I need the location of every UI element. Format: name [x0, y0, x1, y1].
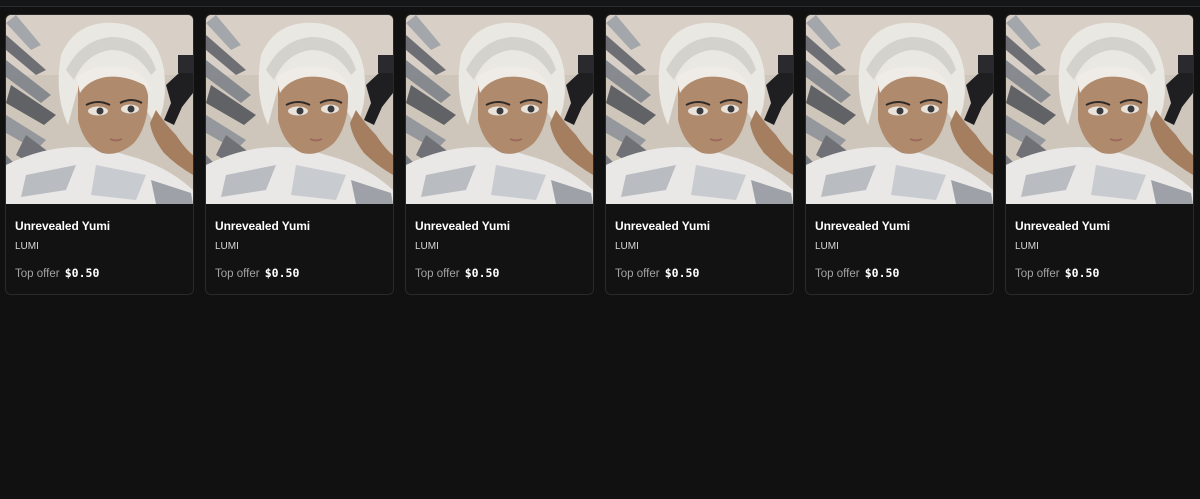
nft-artwork-image: [6, 15, 193, 204]
collection-name[interactable]: LUMI: [415, 240, 593, 253]
nft-name: Unrevealed Yumi: [615, 219, 710, 233]
nft-name: Unrevealed Yumi: [815, 219, 910, 233]
nft-card[interactable]: Unrevealed Yumi LUMI Top offer $0.50: [805, 14, 994, 295]
nft-artwork-image: [1006, 15, 1193, 204]
top-offer: Top offer $0.50: [415, 266, 593, 282]
top-offer-price: $0.50: [1064, 266, 1100, 280]
top-offer: Top offer $0.50: [215, 266, 393, 282]
nft-card[interactable]: Unrevealed Yumi LUMI Top offer $0.50: [205, 14, 394, 295]
top-offer-price: $0.50: [864, 266, 900, 280]
collection-name[interactable]: LUMI: [215, 240, 393, 253]
nft-artwork-image: [406, 15, 593, 204]
top-offer: Top offer $0.50: [15, 266, 193, 282]
empty-content-area: [0, 300, 1200, 499]
nft-card[interactable]: Unrevealed Yumi LUMI Top offer $0.50: [605, 14, 794, 295]
top-toolbar-strip: [0, 0, 1200, 7]
nft-artwork-image: [806, 15, 993, 204]
top-offer: Top offer $0.50: [1015, 266, 1193, 282]
nft-card[interactable]: Unrevealed Yumi LUMI Top offer $0.50: [405, 14, 594, 295]
top-offer-price: $0.50: [64, 266, 100, 280]
nft-artwork-image: [206, 15, 393, 204]
nft-card[interactable]: Unrevealed Yumi LUMI Top offer $0.50: [5, 14, 194, 295]
nft-name: Unrevealed Yumi: [415, 219, 510, 233]
top-offer-price: $0.50: [664, 266, 700, 280]
nft-card[interactable]: Unrevealed Yumi LUMI Top offer $0.50: [1005, 14, 1194, 295]
nft-name: Unrevealed Yumi: [15, 219, 110, 233]
top-offer: Top offer $0.50: [615, 266, 793, 282]
nft-name: Unrevealed Yumi: [215, 219, 310, 233]
collection-name[interactable]: LUMI: [1015, 240, 1193, 253]
collection-name[interactable]: LUMI: [15, 240, 193, 253]
top-offer: Top offer $0.50: [815, 266, 993, 282]
top-offer-label: Top offer: [215, 268, 260, 280]
collection-name[interactable]: LUMI: [615, 240, 793, 253]
top-offer-label: Top offer: [415, 268, 460, 280]
top-offer-label: Top offer: [815, 268, 860, 280]
nft-card-grid: Unrevealed Yumi LUMI Top offer $0.50 Unr…: [5, 14, 1194, 295]
top-offer-label: Top offer: [15, 268, 60, 280]
nft-name: Unrevealed Yumi: [1015, 219, 1110, 233]
collection-name[interactable]: LUMI: [815, 240, 993, 253]
top-offer-label: Top offer: [1015, 268, 1060, 280]
top-offer-label: Top offer: [615, 268, 660, 280]
nft-artwork-image: [606, 15, 793, 204]
top-offer-price: $0.50: [264, 266, 300, 280]
top-offer-price: $0.50: [464, 266, 500, 280]
